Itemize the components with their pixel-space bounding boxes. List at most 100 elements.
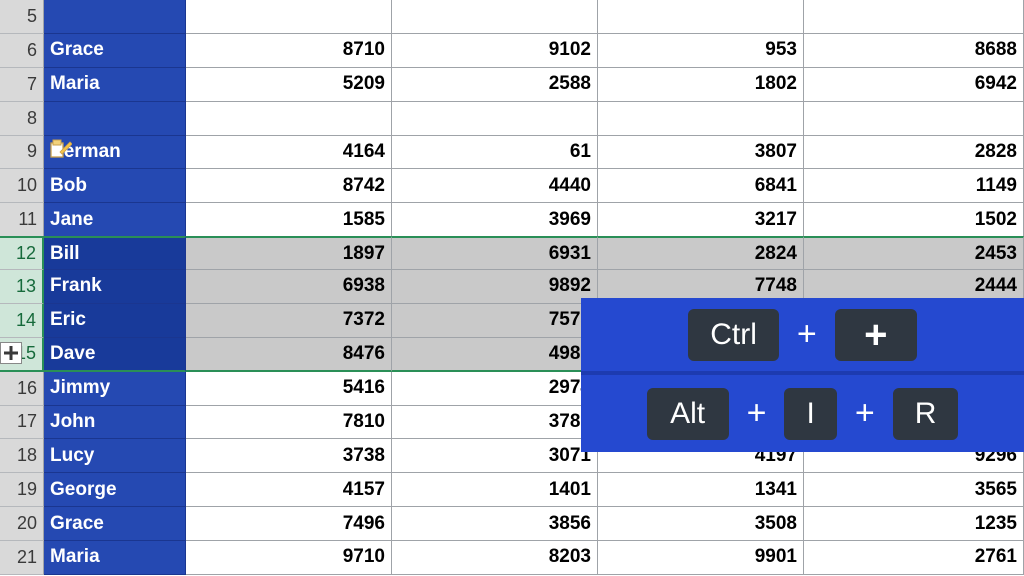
name-cell[interactable]: Frank — [44, 270, 186, 304]
data-cell[interactable]: 1502 — [804, 203, 1024, 237]
row-header[interactable]: 10 — [0, 169, 44, 203]
key-i: I — [784, 388, 836, 440]
row-insert-cursor-icon — [0, 342, 22, 364]
row-header[interactable]: 20 — [0, 507, 44, 541]
row-header[interactable]: 14 — [0, 304, 44, 338]
data-cell[interactable]: 7578 — [392, 304, 598, 338]
name-cell[interactable]: George — [44, 473, 186, 507]
data-cell[interactable] — [392, 102, 598, 136]
name-cell[interactable] — [44, 102, 186, 136]
data-cell[interactable]: 1235 — [804, 507, 1024, 541]
data-cell[interactable] — [186, 102, 392, 136]
data-cell[interactable]: 8742 — [186, 169, 392, 203]
paste-options-icon[interactable] — [50, 138, 72, 158]
data-cell[interactable] — [804, 0, 1024, 34]
row-header[interactable]: 16 — [0, 372, 44, 406]
row-header[interactable]: 7 — [0, 68, 44, 102]
data-cell[interactable]: 3071 — [392, 439, 598, 473]
row-header[interactable]: 5 — [0, 0, 44, 34]
key-alt: Alt — [647, 388, 729, 440]
data-cell[interactable]: 9901 — [598, 541, 804, 575]
data-cell[interactable] — [804, 102, 1024, 136]
data-cell[interactable]: 7810 — [186, 406, 392, 440]
name-cell[interactable]: Dave — [44, 338, 186, 372]
name-cell[interactable] — [44, 0, 186, 34]
data-cell[interactable]: 2761 — [804, 541, 1024, 575]
data-cell[interactable]: 4157 — [186, 473, 392, 507]
data-cell[interactable]: 6931 — [392, 236, 598, 270]
data-cell[interactable]: 1897 — [186, 236, 392, 270]
key-ctrl: Ctrl — [688, 309, 779, 361]
data-cell[interactable]: 3738 — [186, 439, 392, 473]
plus-separator: + — [797, 315, 817, 354]
data-cell[interactable]: 3856 — [392, 507, 598, 541]
data-cell[interactable]: 3508 — [598, 507, 804, 541]
data-cell[interactable]: 8203 — [392, 541, 598, 575]
data-cell[interactable]: 3565 — [804, 473, 1024, 507]
data-cell[interactable]: 6938 — [186, 270, 392, 304]
name-cell[interactable]: Jane — [44, 203, 186, 237]
data-cell[interactable]: 7372 — [186, 304, 392, 338]
data-cell[interactable] — [392, 0, 598, 34]
data-cell[interactable]: 1401 — [392, 473, 598, 507]
data-cell[interactable]: 7496 — [186, 507, 392, 541]
plus-separator: + — [747, 394, 767, 433]
data-cell[interactable]: 3969 — [392, 203, 598, 237]
name-cell[interactable]: Grace — [44, 507, 186, 541]
data-cell[interactable]: 2453 — [804, 236, 1024, 270]
data-cell[interactable]: 9102 — [392, 34, 598, 68]
row-header[interactable]: 12 — [0, 236, 44, 270]
data-cell[interactable]: 8476 — [186, 338, 392, 372]
data-cell[interactable]: 3807 — [598, 136, 804, 170]
data-cell[interactable]: 1149 — [804, 169, 1024, 203]
row-header[interactable]: 13 — [0, 270, 44, 304]
name-cell[interactable]: Lucy — [44, 439, 186, 473]
spreadsheet-grid[interactable]: 56Grace8710910295386887Maria520925881802… — [0, 0, 1024, 575]
data-cell[interactable]: 8710 — [186, 34, 392, 68]
name-cell[interactable]: Bill — [44, 236, 186, 270]
data-cell[interactable]: 2974 — [392, 372, 598, 406]
data-cell[interactable]: 9710 — [186, 541, 392, 575]
name-cell[interactable]: Eric — [44, 304, 186, 338]
row-header[interactable]: 9 — [0, 136, 44, 170]
data-cell[interactable]: 6942 — [804, 68, 1024, 102]
shortcut-row-2: Alt + I + R — [581, 375, 1024, 452]
data-cell[interactable]: 4981 — [392, 338, 598, 372]
name-cell[interactable]: Jimmy — [44, 372, 186, 406]
row-header[interactable]: 6 — [0, 34, 44, 68]
data-cell[interactable]: 953 — [598, 34, 804, 68]
name-cell[interactable]: Bob — [44, 169, 186, 203]
data-cell[interactable]: 5416 — [186, 372, 392, 406]
row-header[interactable]: 19 — [0, 473, 44, 507]
row-header[interactable]: 11 — [0, 203, 44, 237]
data-cell[interactable]: 2588 — [392, 68, 598, 102]
row-header[interactable]: 17 — [0, 406, 44, 440]
data-cell[interactable]: 2828 — [804, 136, 1024, 170]
key-r: R — [893, 388, 959, 440]
plus-separator: + — [855, 394, 875, 433]
name-cell[interactable]: Maria — [44, 541, 186, 575]
data-cell[interactable]: 9892 — [392, 270, 598, 304]
data-cell[interactable]: 1802 — [598, 68, 804, 102]
data-cell[interactable]: 3217 — [598, 203, 804, 237]
key-plus: + — [835, 309, 917, 361]
name-cell[interactable]: Grace — [44, 34, 186, 68]
data-cell[interactable]: 4440 — [392, 169, 598, 203]
data-cell[interactable]: 5209 — [186, 68, 392, 102]
data-cell[interactable]: 6841 — [598, 169, 804, 203]
data-cell[interactable] — [186, 0, 392, 34]
row-header[interactable]: 21 — [0, 541, 44, 575]
data-cell[interactable]: 61 — [392, 136, 598, 170]
row-header[interactable]: 18 — [0, 439, 44, 473]
data-cell[interactable]: 1341 — [598, 473, 804, 507]
data-cell[interactable]: 3780 — [392, 406, 598, 440]
data-cell[interactable] — [598, 0, 804, 34]
data-cell[interactable]: 8688 — [804, 34, 1024, 68]
data-cell[interactable] — [598, 102, 804, 136]
data-cell[interactable]: 2824 — [598, 236, 804, 270]
name-cell[interactable]: Maria — [44, 68, 186, 102]
data-cell[interactable]: 4164 — [186, 136, 392, 170]
name-cell[interactable]: John — [44, 406, 186, 440]
row-header[interactable]: 8 — [0, 102, 44, 136]
data-cell[interactable]: 1585 — [186, 203, 392, 237]
